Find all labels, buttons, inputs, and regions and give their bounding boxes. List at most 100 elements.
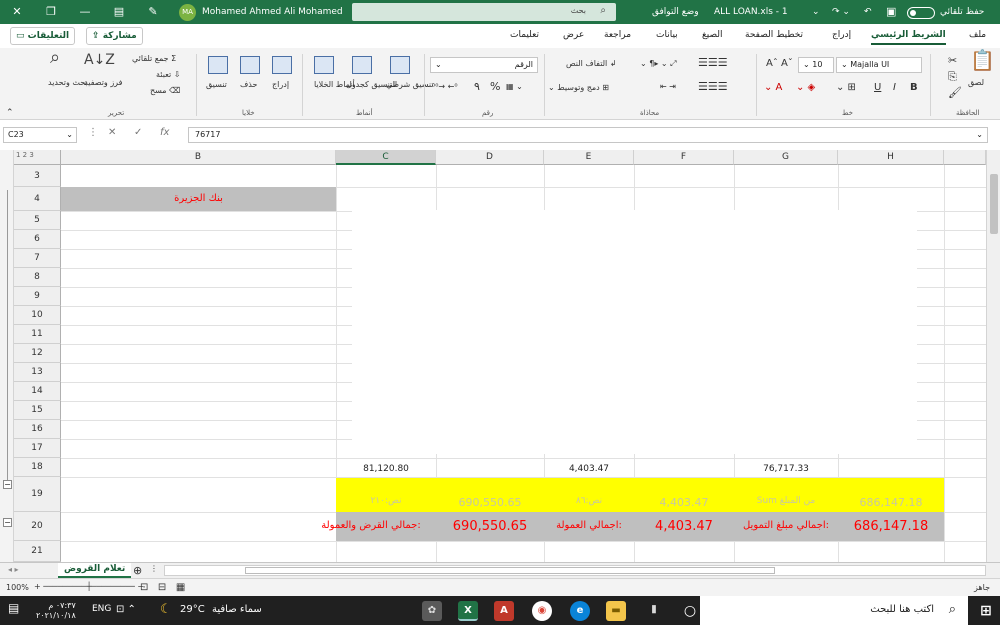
row-header[interactable]: 8	[14, 268, 61, 287]
delete-label[interactable]: حذف	[240, 80, 257, 89]
cell-d19[interactable]: 690,550.65	[436, 496, 544, 510]
column-header-b[interactable]: B	[61, 150, 336, 165]
share-button[interactable]: ⇪ مشاركة	[86, 27, 143, 45]
folder-icon[interactable]: ▬	[606, 601, 626, 621]
tab-file[interactable]: ملف	[969, 30, 986, 40]
sheet-nav-arrows[interactable]: ◂ ▸	[8, 565, 19, 574]
insert-cells-icon[interactable]	[272, 56, 292, 74]
cell-f20[interactable]: 4,403.47	[634, 519, 734, 535]
clear-button[interactable]: مسح ⌫	[150, 86, 180, 95]
sort-filter-icon[interactable]: A↓Z	[84, 53, 115, 67]
decimal-buttons[interactable]: ⁰⁰→ ←⁰	[432, 82, 458, 91]
fill-color-icon[interactable]: ⌄ ◈	[796, 82, 815, 93]
comments-button[interactable]: ▭ التعليقات	[10, 27, 76, 45]
font-name-dropdown[interactable]: ⌄ Majalla UI	[836, 57, 922, 73]
select-all-corner[interactable]: 1 2 3	[14, 150, 61, 165]
ribbon-display-icon[interactable]: ▤	[102, 0, 136, 24]
row-header[interactable]: 12	[14, 344, 61, 363]
tab-insert[interactable]: إدراج	[832, 30, 851, 40]
cell-f19[interactable]: 4,403.47	[634, 496, 734, 510]
column-header-e[interactable]: E	[544, 150, 634, 165]
task-view-icon[interactable]: ⫴	[644, 601, 664, 621]
column-header-g[interactable]: G	[734, 150, 838, 165]
row-header[interactable]: 19	[14, 477, 61, 512]
cut-icon[interactable]: ✂	[948, 54, 957, 67]
cell-h19[interactable]: 686,147.18	[838, 496, 944, 510]
row-header[interactable]: 20	[14, 512, 61, 541]
network-icon[interactable]: ⊡ ⌃	[116, 604, 136, 615]
undo-icon[interactable]: ↶	[864, 0, 872, 24]
borders-icon[interactable]: ⌄ ⊞	[836, 82, 856, 93]
taskbar-search[interactable]: ⌕ اكتب هنا للبحث	[700, 596, 968, 625]
outline-collapse-button[interactable]: −	[3, 518, 12, 527]
find-select-label[interactable]: بحث وتحديد	[48, 78, 88, 87]
row-header[interactable]: 16	[14, 420, 61, 439]
vertical-align-icons[interactable]: ☰☰☰	[698, 56, 728, 69]
cell-g20[interactable]: اجمالي مبلغ التمويل:	[734, 520, 838, 536]
cell-styles-icon[interactable]	[314, 56, 334, 74]
outline-levels[interactable]: 1 2 3	[14, 151, 34, 159]
column-header-h[interactable]: H	[838, 150, 944, 165]
view-buttons[interactable]: ⊡ ⊟ ▦	[140, 582, 185, 593]
column-header-d[interactable]: D	[436, 150, 544, 165]
cell-g19[interactable]: Sum من المبلغ	[734, 496, 838, 510]
underline-button[interactable]: U	[874, 82, 881, 93]
notification-icon[interactable]: ▤	[8, 601, 19, 615]
sheet-tab[interactable]: تعلام القروض	[58, 563, 132, 578]
wrap-text-button[interactable]: التفاف النص ↲	[566, 59, 617, 68]
avatar[interactable]: MA	[179, 4, 196, 21]
tab-view[interactable]: عرض	[563, 30, 584, 40]
row-header[interactable]: 11	[14, 325, 61, 344]
paste-label[interactable]: لصق	[968, 78, 984, 87]
tab-review[interactable]: مراجعة	[604, 30, 631, 40]
tab-home[interactable]: الشريط الرئيسي	[871, 30, 946, 45]
cell-c18[interactable]: 81,120.80	[336, 464, 436, 478]
italic-button[interactable]: I	[893, 82, 896, 93]
row-header[interactable]: 9	[14, 287, 61, 306]
customize-toolbar-icon[interactable]: ⌄	[812, 0, 820, 24]
windows-start-icon[interactable]: ⊞	[976, 601, 996, 621]
search-box[interactable]: بحث ⌕	[352, 3, 616, 21]
autosum-button[interactable]: جمع تلقائي Σ	[132, 54, 176, 63]
excel-icon[interactable]: X	[458, 601, 478, 621]
row-header[interactable]: 5	[14, 211, 61, 230]
save-icon[interactable]: ▣	[886, 0, 896, 24]
format-painter-icon[interactable]: 🖌	[948, 86, 962, 99]
redo-icon[interactable]: ↷ ⌄	[832, 0, 850, 24]
app-icon[interactable]: ✿	[422, 601, 442, 621]
font-grow-shrink-icons[interactable]: Aˆ Aˇ	[766, 58, 793, 69]
weather-label[interactable]: سماء صافية	[212, 604, 262, 615]
cell-c19[interactable]: نص:٢١٠	[336, 496, 436, 510]
format-label[interactable]: تنسيق	[206, 80, 227, 89]
row-header[interactable]: 14	[14, 382, 61, 401]
column-header-f[interactable]: F	[634, 150, 734, 165]
scrollbar-thumb[interactable]	[990, 174, 998, 234]
acrobat-icon[interactable]: A	[494, 601, 514, 621]
delete-cells-icon[interactable]	[240, 56, 260, 74]
row-header[interactable]: 13	[14, 363, 61, 382]
scrollbar-thumb[interactable]	[245, 567, 775, 574]
row-header[interactable]: 15	[14, 401, 61, 420]
formula-input[interactable]: 76717 ⌄	[188, 127, 988, 143]
close-window-button[interactable]: ✕	[0, 0, 34, 24]
percent-button[interactable]: %	[490, 80, 500, 93]
cell-h20[interactable]: 686,147.18	[838, 519, 944, 535]
edge-icon[interactable]: e	[570, 601, 590, 621]
conditional-format-label[interactable]: تنسيق شرطي	[386, 80, 434, 89]
cancel-icon[interactable]: ✕	[108, 127, 116, 138]
accounting-icon[interactable]: ▦ ⌄	[506, 82, 523, 91]
column-header-c[interactable]: C	[336, 150, 436, 165]
cell-b4[interactable]: بنك الجزيرة	[61, 187, 336, 211]
conditional-format-icon[interactable]	[390, 56, 410, 74]
cortana-icon[interactable]: ○	[680, 601, 700, 621]
find-icon[interactable]: ⌕	[50, 49, 60, 67]
row-header[interactable]: 10	[14, 306, 61, 325]
enter-icon[interactable]: ✓	[134, 127, 142, 138]
tab-page-layout[interactable]: تخطيط الصفحة	[745, 30, 803, 40]
more-options-icon[interactable]: ⋮	[88, 127, 98, 138]
row-header[interactable]: 21	[14, 541, 61, 562]
collapse-ribbon-icon[interactable]: ⌃	[6, 108, 14, 118]
row-header[interactable]: 17	[14, 439, 61, 458]
column-header-i[interactable]	[944, 150, 986, 165]
pen-icon[interactable]: ✎	[136, 0, 170, 24]
